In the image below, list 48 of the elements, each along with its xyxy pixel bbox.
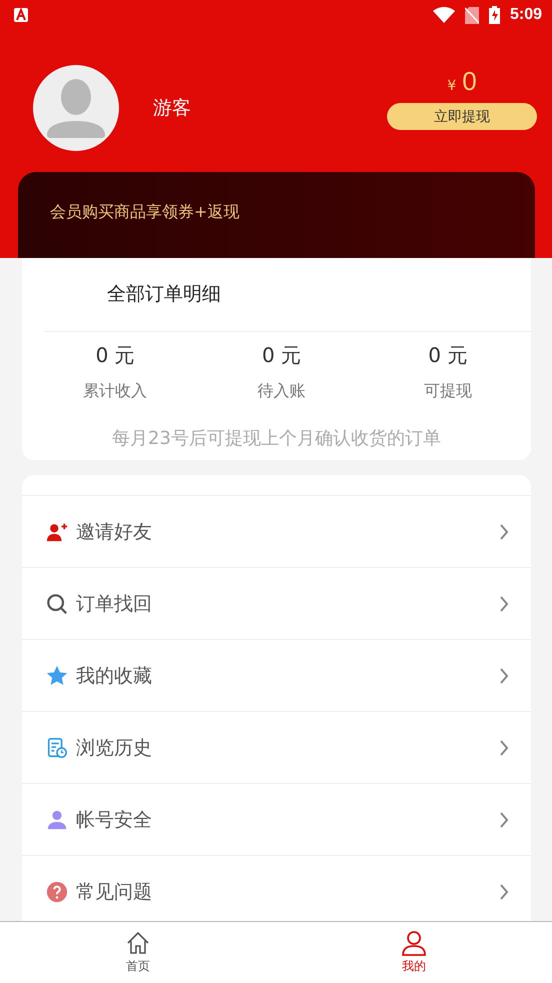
menu-label: 浏览历史	[76, 736, 153, 760]
battery-charging-icon	[488, 6, 500, 24]
no-sim-icon	[464, 6, 479, 24]
person-icon	[46, 808, 68, 830]
chevron-right-icon	[499, 522, 509, 540]
tab-label: 首页	[126, 958, 150, 975]
balance-amount: 0	[462, 66, 477, 97]
stat-value: 0 元	[96, 342, 135, 369]
stat-label: 待入账	[257, 381, 306, 402]
app-notification-icon	[14, 8, 28, 22]
orders-title[interactable]: 全部订单明细	[44, 258, 531, 332]
menu-item[interactable]: 订单找回	[22, 567, 531, 639]
chevron-right-icon	[499, 882, 509, 900]
nav-tab[interactable]: 我的	[276, 922, 552, 983]
withdraw-button[interactable]: 立即提现	[387, 103, 537, 130]
menu-item[interactable]: 邀请好友	[22, 495, 531, 567]
person-icon	[401, 930, 427, 956]
home-icon	[125, 930, 151, 956]
question-icon	[46, 880, 68, 902]
banner-text: 会员购买商品享领券+返现	[50, 202, 240, 221]
menu-item[interactable]: 浏览历史	[22, 711, 531, 783]
menu-item[interactable]: 我的收藏	[22, 639, 531, 711]
wifi-icon	[432, 7, 455, 23]
chevron-right-icon	[499, 594, 509, 612]
chevron-right-icon	[499, 666, 509, 684]
menu-label: 邀请好友	[76, 520, 153, 544]
clock-time: 5:09	[510, 6, 542, 24]
member-banner[interactable]: 会员购买商品享领券+返现	[18, 172, 535, 258]
user-name: 游客	[153, 96, 192, 121]
nav-tab[interactable]: 首页	[0, 922, 276, 983]
star-icon	[46, 664, 68, 686]
avatar-icon	[33, 65, 119, 151]
withdraw-note: 每月23号后可提现上个月确认收货的订单	[111, 427, 442, 450]
menu-label: 帐号安全	[76, 808, 153, 832]
stat-label: 累计收入	[83, 381, 148, 402]
menu-item[interactable]: 帐号安全	[22, 783, 531, 855]
stat-value: 0 元	[262, 342, 302, 369]
menu-label: 订单找回	[76, 592, 153, 616]
stat-label: 可提现	[424, 381, 472, 402]
history-icon	[46, 736, 68, 758]
stat-value: 0 元	[428, 342, 468, 369]
chevron-right-icon	[499, 738, 509, 756]
chevron-right-icon	[499, 810, 509, 828]
menu-label: 常见问题	[76, 880, 153, 904]
search-icon	[46, 592, 68, 614]
tab-label: 我的	[402, 958, 426, 975]
menu-label: 我的收藏	[76, 664, 153, 688]
currency-symbol: ¥	[447, 78, 456, 94]
